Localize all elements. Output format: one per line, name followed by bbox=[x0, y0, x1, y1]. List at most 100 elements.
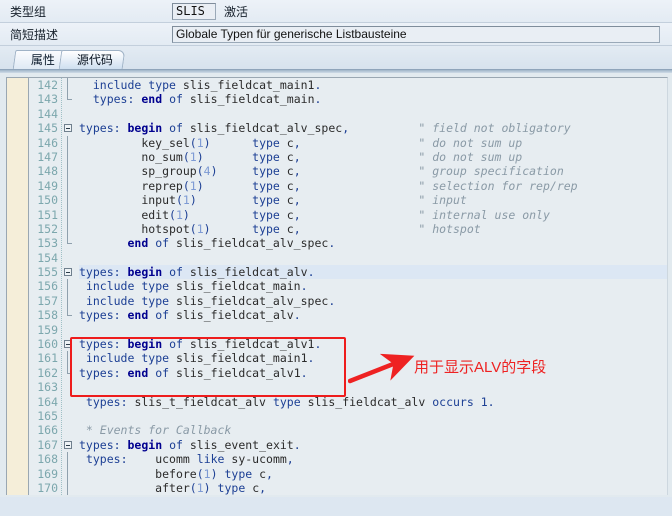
fold-marker bbox=[62, 236, 76, 250]
type-group-input[interactable]: SLIS bbox=[172, 2, 216, 20]
fold-guide-line bbox=[67, 293, 68, 309]
fold-guide-line bbox=[67, 207, 68, 222]
fold-marker bbox=[62, 365, 76, 380]
code-line[interactable]: no_sum(1) type c, " do not sum up bbox=[79, 150, 667, 164]
code-line[interactable] bbox=[79, 380, 667, 394]
fold-guide-line bbox=[67, 279, 68, 294]
code-line[interactable]: include type slis_fieldcat_alv_spec. bbox=[79, 294, 667, 308]
fold-marker bbox=[62, 164, 76, 179]
fold-marker[interactable] bbox=[62, 265, 76, 279]
fold-guide-line bbox=[67, 149, 68, 165]
code-line[interactable]: types: begin of slis_fieldcat_alv. bbox=[79, 265, 667, 280]
line-number: 145 bbox=[37, 121, 58, 136]
code-line[interactable]: types: ucomm like sy-ucomm, bbox=[79, 452, 667, 466]
fold-marker bbox=[62, 423, 76, 437]
fold-marker bbox=[62, 466, 76, 481]
line-number: 167 bbox=[37, 437, 58, 452]
fold-guide-line bbox=[67, 193, 68, 208]
status-badge: 激活 bbox=[224, 4, 249, 19]
annotation-text: 用于显示ALV的字段 bbox=[414, 359, 547, 376]
fold-end-tick bbox=[67, 99, 72, 101]
line-number: 162 bbox=[37, 365, 58, 380]
line-number: 161 bbox=[37, 351, 58, 366]
code-line[interactable]: edit(1) type c, " internal use only bbox=[79, 208, 667, 222]
fold-marker bbox=[62, 308, 76, 322]
code-line[interactable]: input(1) type c, " input bbox=[79, 193, 667, 207]
fold-marker[interactable] bbox=[62, 121, 76, 135]
code-line[interactable]: end of slis_fieldcat_alv_spec. bbox=[79, 236, 667, 250]
code-folding-column[interactable] bbox=[62, 78, 76, 495]
line-number: 160 bbox=[37, 337, 58, 352]
tab-source-code-label: 源代码 bbox=[76, 53, 113, 67]
source-editor[interactable]: 142 143 144 145 146 147 148 149 150 151 152 153 154 1… bbox=[6, 77, 668, 495]
line-number-gutter: 142 143 144 145 146 147 148 149 150 151 152 153 154 1… bbox=[29, 78, 62, 495]
fold-marker bbox=[62, 193, 76, 208]
editor-margin-strip bbox=[7, 78, 29, 495]
code-line[interactable] bbox=[79, 409, 667, 423]
code-line[interactable] bbox=[79, 323, 667, 337]
fold-guide-line bbox=[67, 480, 68, 495]
line-number: 154 bbox=[37, 250, 58, 265]
line-number: 152 bbox=[37, 221, 58, 236]
line-number: 168 bbox=[37, 452, 58, 467]
line-number: 166 bbox=[37, 423, 58, 438]
line-number: 169 bbox=[37, 466, 58, 481]
code-line[interactable]: types: end of slis_fieldcat_alv. bbox=[79, 308, 667, 322]
fold-collapse-icon[interactable] bbox=[64, 268, 72, 277]
code-line[interactable]: after(1) type c, bbox=[79, 481, 667, 495]
code-line[interactable]: types: begin of slis_fieldcat_alv1. bbox=[79, 337, 667, 351]
fold-marker bbox=[62, 351, 76, 366]
fold-marker[interactable] bbox=[62, 337, 76, 351]
code-line[interactable]: types: begin of slis_event_exit. bbox=[79, 438, 667, 452]
code-line[interactable]: hotspot(1) type c, " hotspot bbox=[79, 222, 667, 236]
line-number: 170 bbox=[37, 480, 58, 495]
code-line[interactable]: types: begin of slis_fieldcat_alv_spec, … bbox=[79, 121, 667, 135]
line-number: 164 bbox=[37, 394, 58, 409]
abap-type-group-editor-window: 类型组 SLIS 激活 简短描述 Globale Typen für gener… bbox=[0, 0, 672, 516]
line-number: 151 bbox=[37, 207, 58, 222]
line-number: 157 bbox=[37, 293, 58, 308]
fold-marker bbox=[62, 409, 76, 423]
fold-end-tick bbox=[67, 372, 72, 374]
fold-end-tick bbox=[67, 243, 72, 245]
code-line[interactable]: include type slis_fieldcat_main1. bbox=[79, 78, 667, 92]
fold-marker bbox=[62, 293, 76, 309]
code-line[interactable]: types: end of slis_fieldcat_alv1. bbox=[79, 366, 667, 380]
code-line[interactable]: include type slis_fieldcat_main1. bbox=[79, 351, 667, 365]
tabstrip: 属性 源代码 bbox=[0, 46, 672, 69]
code-line[interactable] bbox=[79, 107, 667, 121]
fold-collapse-icon[interactable] bbox=[64, 440, 72, 449]
tab-source-code[interactable]: 源代码 bbox=[58, 50, 126, 69]
code-line[interactable]: before(1) type c, bbox=[79, 467, 667, 481]
fold-collapse-icon[interactable] bbox=[64, 124, 72, 133]
code-lines[interactable]: include type slis_fieldcat_main1. types:… bbox=[76, 78, 667, 495]
fold-guide-line bbox=[67, 135, 68, 150]
line-number: 144 bbox=[37, 106, 58, 121]
fold-marker[interactable] bbox=[62, 438, 76, 452]
fold-marker bbox=[62, 107, 76, 121]
line-number: 143 bbox=[37, 92, 58, 107]
code-line[interactable]: types: slis_t_fieldcat_alv type slis_fie… bbox=[79, 395, 667, 409]
line-number: 159 bbox=[37, 322, 58, 337]
fold-guide-line bbox=[67, 466, 68, 481]
code-line[interactable]: include type slis_fieldcat_main. bbox=[79, 279, 667, 293]
editor-container: 142 143 144 145 146 147 148 149 150 151 152 153 154 1… bbox=[0, 73, 672, 497]
fold-collapse-icon[interactable] bbox=[64, 340, 72, 349]
code-line[interactable]: types: end of slis_fieldcat_main. bbox=[79, 92, 667, 106]
description-input[interactable]: Globale Typen für generische Listbaustei… bbox=[172, 25, 660, 43]
line-number: 156 bbox=[37, 279, 58, 294]
fold-marker bbox=[62, 395, 76, 409]
code-line[interactable]: key_sel(1) type c, " do not sum up bbox=[79, 136, 667, 150]
code-line[interactable]: reprep(1) type c, " selection for rep/re… bbox=[79, 179, 667, 193]
line-number: 142 bbox=[37, 78, 58, 92]
code-line[interactable]: * Events for Callback bbox=[79, 423, 667, 437]
line-number: 163 bbox=[37, 380, 58, 395]
code-line[interactable]: sp_group(4) type c, " group specificatio… bbox=[79, 164, 667, 178]
line-number: 149 bbox=[37, 178, 58, 193]
line-number: 153 bbox=[37, 236, 58, 251]
line-number: 165 bbox=[37, 408, 58, 423]
fold-marker bbox=[62, 221, 76, 237]
fold-marker bbox=[62, 78, 76, 93]
fold-marker bbox=[62, 178, 76, 194]
code-line[interactable] bbox=[79, 251, 667, 265]
